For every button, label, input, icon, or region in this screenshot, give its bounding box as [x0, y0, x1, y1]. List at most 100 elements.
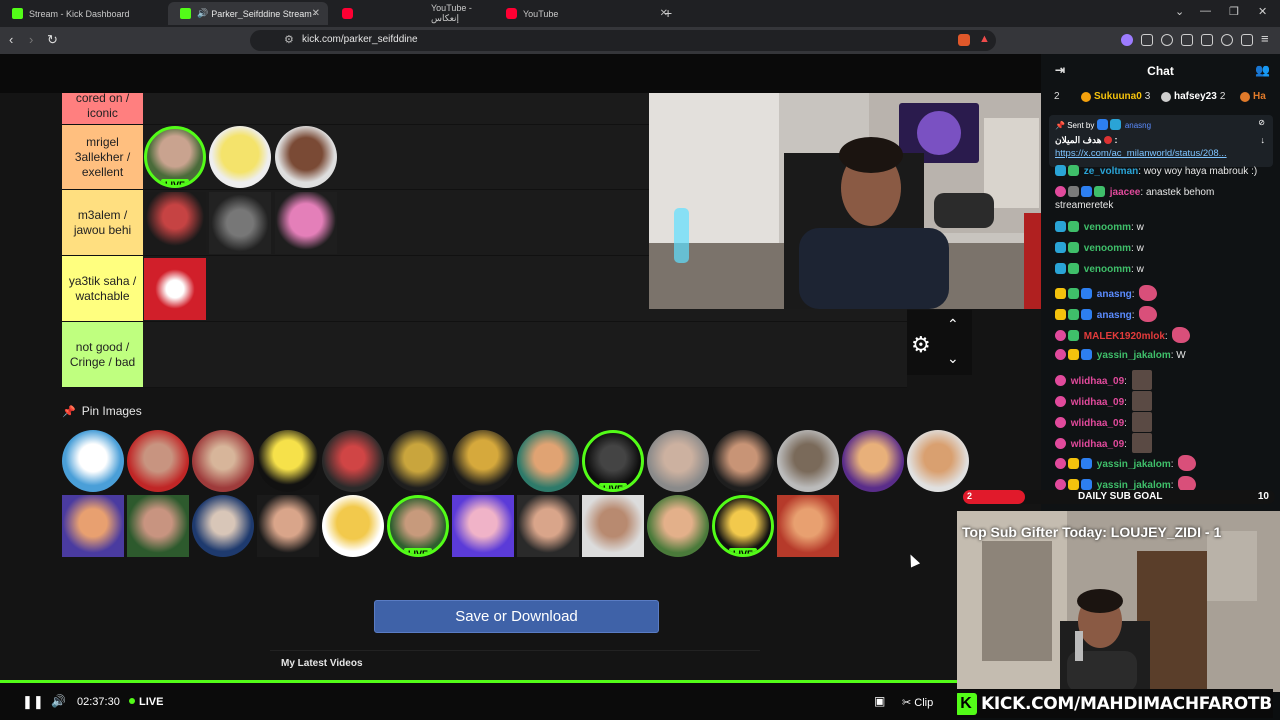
- tier-label: ya3tik saha / watchable: [62, 256, 143, 321]
- hide-pin-icon[interactable]: ⊘: [1258, 118, 1265, 127]
- chat-username[interactable]: yassin_jakalom: [1097, 350, 1171, 361]
- pinned-link[interactable]: https://x.com/ac_milanworld/status/208..…: [1055, 148, 1267, 159]
- streamer-avatar[interactable]: LIVE: [387, 495, 449, 557]
- extension-icon[interactable]: [1121, 34, 1133, 46]
- menu-icon[interactable]: ≡: [1261, 31, 1269, 46]
- brave-rewards-icon[interactable]: ▲: [979, 33, 990, 45]
- music-icon[interactable]: [1161, 34, 1173, 46]
- chat-username[interactable]: anasng: [1097, 310, 1132, 321]
- close-tab-icon[interactable]: ✕: [312, 8, 320, 19]
- pepe-emote-icon: [1139, 285, 1158, 301]
- streamer-avatar[interactable]: [582, 495, 644, 557]
- streamer-avatar[interactable]: [192, 495, 254, 557]
- streamer-avatar[interactable]: [209, 126, 271, 188]
- streamer-avatar[interactable]: [275, 192, 337, 254]
- sidebar-icon[interactable]: [1181, 34, 1193, 46]
- live-indicator[interactable]: LIVE: [129, 696, 163, 708]
- streamer-avatar[interactable]: [322, 495, 384, 557]
- chat-username[interactable]: wlidhaa_09: [1071, 397, 1124, 408]
- stream-video[interactable]: cored on / iconic mrigel 3allekher / exe…: [0, 54, 1041, 680]
- url-text[interactable]: kick.com/parker_seifddine: [302, 34, 418, 45]
- theater-mode-icon[interactable]: ▣: [874, 694, 885, 708]
- gifter-item[interactable]: Ha: [1240, 91, 1266, 102]
- chat-username[interactable]: wlidhaa_09: [1071, 376, 1124, 387]
- site-info-icon[interactable]: ⚙: [284, 33, 294, 46]
- chat-username[interactable]: venoomm: [1084, 264, 1131, 275]
- forward-icon[interactable]: ›: [29, 32, 33, 47]
- chat-username[interactable]: venoomm: [1084, 222, 1131, 233]
- chat-username[interactable]: ze_voltman: [1084, 166, 1138, 177]
- tab-youtube-1[interactable]: YouTube - إنعكاس: [330, 2, 500, 25]
- clip-button[interactable]: ✂ Clip: [902, 696, 933, 709]
- vpn-icon[interactable]: [1241, 34, 1253, 46]
- streamer-avatar[interactable]: [62, 495, 124, 557]
- live-badge: LIVE: [403, 548, 433, 554]
- expand-pin-icon[interactable]: ↓: [1261, 135, 1266, 145]
- volume-icon[interactable]: 🔊: [51, 694, 66, 708]
- streamer-avatar[interactable]: [144, 192, 206, 254]
- pause-icon[interactable]: ❚❚: [22, 694, 44, 710]
- streamer-avatar[interactable]: [777, 430, 839, 492]
- sender-name[interactable]: anasng: [1125, 121, 1151, 130]
- streamer-avatar[interactable]: [127, 495, 189, 557]
- chat-username[interactable]: wlidhaa_09: [1071, 418, 1124, 429]
- leo-icon[interactable]: [1221, 34, 1233, 46]
- streamer-avatar[interactable]: [209, 192, 271, 254]
- move-down-icon[interactable]: ⌄: [947, 350, 959, 367]
- streamer-avatar[interactable]: [257, 495, 319, 557]
- streamer-avatar[interactable]: LIVE: [582, 430, 644, 492]
- streamer-avatar[interactable]: [452, 430, 514, 492]
- tab-search-icon[interactable]: ⌄: [1175, 5, 1184, 18]
- streamer-avatar[interactable]: [907, 430, 969, 492]
- streamer-avatar[interactable]: LIVE: [144, 126, 206, 188]
- chat-users-icon[interactable]: 👥: [1255, 63, 1270, 77]
- streamer-avatar[interactable]: [452, 495, 514, 557]
- maximize-icon[interactable]: ❐: [1229, 5, 1239, 18]
- streamer-avatar[interactable]: [387, 430, 449, 492]
- settings-gear-icon[interactable]: ⚙: [911, 332, 931, 358]
- streamer-avatar[interactable]: [257, 430, 319, 492]
- wallet-icon[interactable]: [1201, 34, 1213, 46]
- gifter-item[interactable]: hafsey23 2: [1161, 91, 1225, 102]
- streamer-avatar[interactable]: [842, 430, 904, 492]
- collapse-chat-icon[interactable]: ⇥: [1055, 63, 1065, 77]
- sent-by-label: Sent by: [1067, 121, 1095, 130]
- subscriber-badge-icon: [1055, 242, 1066, 253]
- reload-icon[interactable]: ↻: [47, 32, 58, 48]
- address-bar[interactable]: ⚙ kick.com/parker_seifddine ▲: [250, 30, 996, 51]
- chat-message: wlidhaa_09:: [1055, 370, 1275, 390]
- streamer-avatar[interactable]: [275, 126, 337, 188]
- save-or-download-button[interactable]: Save or Download: [374, 600, 659, 633]
- extensions-puzzle-icon[interactable]: [1141, 34, 1153, 46]
- streamer-avatar[interactable]: LIVE: [712, 495, 774, 557]
- chat-message: wlidhaa_09:: [1055, 433, 1275, 453]
- chat-username[interactable]: MALEK1920mlok: [1084, 331, 1165, 342]
- brave-shield-icon[interactable]: [958, 34, 970, 46]
- chat-username[interactable]: yassin_jakalom: [1097, 459, 1171, 470]
- tab-parker-stream[interactable]: 🔊 Parker_Seifddine Stream - Wa ✕: [168, 2, 328, 25]
- chat-username[interactable]: anasng: [1097, 289, 1132, 300]
- chat-username[interactable]: venoomm: [1084, 243, 1131, 254]
- gifter-item[interactable]: Sukuuna0 3: [1081, 91, 1150, 102]
- new-tab-icon[interactable]: +: [664, 5, 672, 21]
- chat-username[interactable]: jaacee: [1110, 187, 1141, 198]
- close-window-icon[interactable]: ✕: [1258, 5, 1267, 18]
- streamer-avatar[interactable]: [777, 495, 839, 557]
- streamer-avatar[interactable]: [127, 430, 189, 492]
- streamer-avatar[interactable]: [647, 495, 709, 557]
- badge-icon: [1081, 349, 1092, 360]
- tab-kick-dashboard[interactable]: Stream - Kick Dashboard: [0, 2, 168, 25]
- streamer-avatar[interactable]: [712, 430, 774, 492]
- streamer-avatar[interactable]: [144, 258, 206, 320]
- streamer-avatar[interactable]: [517, 430, 579, 492]
- tab-youtube-2[interactable]: YouTube ✕: [494, 2, 668, 25]
- chat-username[interactable]: wlidhaa_09: [1071, 439, 1124, 450]
- streamer-avatar[interactable]: [647, 430, 709, 492]
- minimize-icon[interactable]: —: [1200, 5, 1211, 17]
- back-icon[interactable]: ‹: [9, 32, 13, 47]
- streamer-avatar[interactable]: [322, 430, 384, 492]
- move-up-icon[interactable]: ⌃: [947, 316, 959, 333]
- streamer-avatar[interactable]: [192, 430, 254, 492]
- streamer-avatar[interactable]: [517, 495, 579, 557]
- streamer-avatar[interactable]: [62, 430, 124, 492]
